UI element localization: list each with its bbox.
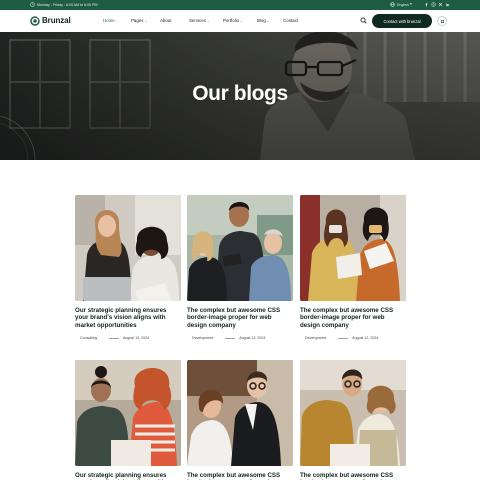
team-brainstorm-photo [75, 360, 181, 466]
instagram-icon[interactable] [431, 2, 436, 7]
blog-card[interactable]: The complex but awesome CSS border-image… [187, 360, 293, 480]
nav-item-pages[interactable]: Pages⌄ [131, 18, 147, 23]
meta-divider [108, 338, 119, 339]
blog-card-meta: Development August 12, 2024 [300, 336, 406, 340]
nav-label: Portfolio [223, 18, 240, 24]
blog-card-title[interactable]: The complex but awesome CSS border-image… [300, 472, 406, 480]
working-together-photo [187, 360, 293, 466]
blog-card-category[interactable]: Consulting [80, 336, 97, 340]
blog-card-image[interactable] [187, 360, 293, 466]
team-meeting-photo [75, 195, 181, 301]
chevron-down-icon: ⌄ [266, 19, 270, 24]
globe-icon [390, 2, 395, 8]
blog-card[interactable]: Our strategic planning ensures your bran… [75, 360, 181, 480]
colleagues-reviewing-photo [300, 195, 406, 301]
nav-item-blog[interactable]: Blog⌄ [257, 18, 269, 23]
twitter-icon[interactable] [438, 2, 443, 7]
nav-item-services[interactable]: Services⌄ [189, 18, 210, 23]
facebook-icon[interactable] [424, 2, 429, 7]
office-discussion-photo [187, 195, 293, 301]
blog-card-image[interactable] [75, 195, 181, 301]
nav-label: Pages [131, 18, 144, 24]
clock-icon [30, 2, 35, 8]
blog-card-date: August 12, 2024 [352, 336, 379, 341]
blog-card-title[interactable]: Our strategic planning ensures your bran… [75, 472, 181, 480]
blog-card-title[interactable]: The complex but awesome CSS border-image… [187, 307, 293, 329]
nav-label: Contact [283, 18, 299, 24]
blog-card[interactable]: The complex but awesome CSS border-image… [300, 360, 406, 480]
blog-card-image[interactable] [300, 195, 406, 301]
meta-divider [338, 338, 349, 339]
nav-item-portfolio[interactable]: Portfolio⌄ [223, 18, 243, 23]
blog-card[interactable]: The complex but awesome CSS border-image… [187, 195, 293, 340]
blog-card-meta: Consulting August 13, 2024 [75, 336, 181, 340]
blog-card-date: August 13, 2024 [239, 336, 266, 341]
nav-label: Blog [257, 18, 266, 24]
brunzal-logo-icon[interactable] [30, 15, 40, 26]
nav-label: Home [103, 18, 115, 24]
blog-card[interactable]: The complex but awesome CSS border-image… [300, 195, 406, 340]
blog-card-category[interactable]: Development [192, 336, 213, 340]
meta-divider [225, 338, 236, 339]
linkedin-icon[interactable] [445, 2, 450, 7]
top-info-bar: Monday - Friday : 8:00 AM to 6:00 PM Eng… [0, 0, 480, 10]
blog-card-title[interactable]: The complex but awesome CSS border-image… [187, 472, 293, 480]
contact-button[interactable]: Contact with brunzal [372, 14, 432, 28]
chevron-down-icon: ⌄ [206, 19, 210, 24]
nav-item-about[interactable]: About [160, 18, 171, 23]
blog-card-category[interactable]: Development [305, 336, 326, 340]
hero-banner: Our blogs [0, 32, 480, 160]
blog-card-image[interactable] [75, 360, 181, 466]
blog-card-title[interactable]: Our strategic planning ensures your bran… [75, 307, 181, 329]
menu-dots-button[interactable] [437, 16, 447, 26]
nav-item-contact[interactable]: Contact [283, 18, 298, 23]
blog-card-image[interactable] [187, 195, 293, 301]
nav-item-home[interactable]: Home⌄ [103, 18, 118, 23]
design-review-photo [300, 360, 406, 466]
logo-text[interactable]: Brunzal [42, 16, 71, 25]
blog-card[interactable]: Our strategic planning ensures your bran… [75, 195, 181, 340]
business-hours: Monday - Friday : 8:00 AM to 6:00 PM [37, 2, 98, 7]
language-selector[interactable]: English [397, 3, 409, 7]
chevron-down-icon: ⌄ [115, 19, 119, 24]
nav-label: About [160, 18, 172, 24]
blog-card-image[interactable] [300, 360, 406, 466]
chevron-down-icon: ⌄ [144, 19, 148, 24]
blog-card-date: August 13, 2024 [122, 336, 150, 341]
main-header: Brunzal Home⌄ Pages⌄ About Services⌄ Por… [0, 10, 480, 32]
chevron-down-icon: ▾ [410, 2, 412, 7]
search-icon[interactable] [360, 17, 367, 24]
chevron-down-icon: ⌄ [240, 19, 243, 24]
blog-card-title[interactable]: The complex but awesome CSS border-image… [300, 307, 406, 329]
page-title: Our blogs [192, 82, 288, 105]
nav-label: Services [189, 18, 206, 24]
grid-dots-icon [440, 19, 444, 23]
blog-card-meta: Development August 13, 2024 [187, 336, 293, 340]
